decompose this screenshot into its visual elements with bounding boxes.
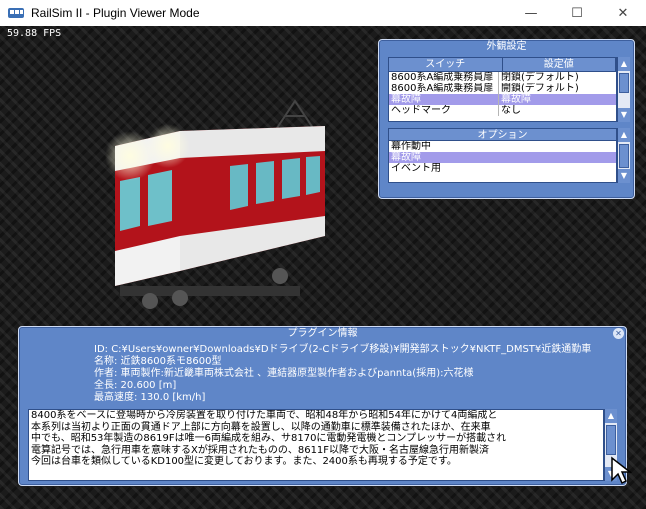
- options-scrollbar[interactable]: ▲ ▼: [617, 128, 630, 183]
- column-value[interactable]: 設定値: [503, 58, 616, 71]
- fps-counter: 59.88 FPS: [7, 28, 62, 39]
- switch-list-scrollbar[interactable]: ▲ ▼: [617, 57, 630, 122]
- scroll-thumb[interactable]: [619, 73, 629, 93]
- description-line: 本系列は当初より正面の貫通ドア上部に方向幕を設置し、以降の通勤車に標準装備された…: [31, 421, 491, 433]
- options-list[interactable]: 幕作動中 幕故障 イベント用: [388, 141, 617, 183]
- window-titlebar[interactable]: RailSim II - Plugin Viewer Mode — ☐ ✕: [0, 0, 646, 26]
- plugin-id: ID: C:¥Users¥owner¥Downloads¥Dドライブ(2-Cドラ…: [94, 344, 592, 355]
- plugin-length: 全長: 20.600 [m]: [94, 380, 177, 391]
- column-switch[interactable]: スイッチ: [389, 58, 503, 71]
- train-model-image[interactable]: [60, 86, 360, 316]
- window-title: RailSim II - Plugin Viewer Mode: [31, 6, 200, 20]
- minimize-button[interactable]: —: [508, 0, 554, 26]
- option-item-selected[interactable]: 幕故障: [389, 152, 616, 163]
- 3d-viewport[interactable]: 59.88 FPS 外観設定 スイッチ 設定値 8600系A編成乗務員扉 閉鎖(…: [0, 26, 646, 509]
- scroll-down-icon[interactable]: ▼: [618, 108, 630, 122]
- description-line: 今回は台車を類似しているKD100型に変更しております。また、2400系も再現す…: [31, 456, 457, 467]
- list-item[interactable]: 8600系A編成乗務員扉 閉鎖(デフォルト): [389, 72, 616, 83]
- list-item[interactable]: ヘッドマーク なし: [389, 105, 616, 116]
- scroll-thumb[interactable]: [606, 425, 616, 455]
- railsim-app-icon: [8, 8, 24, 18]
- switch-list[interactable]: スイッチ 設定値 8600系A編成乗務員扉 閉鎖(デフォルト) 8600系A編成…: [388, 57, 617, 122]
- list-item[interactable]: 8600系A編成乗務員扉 開鎖(デフォルト): [389, 83, 616, 94]
- list-item-selected[interactable]: 幕故障 幕故障: [389, 94, 616, 105]
- appearance-panel-title: 外観設定: [486, 41, 527, 52]
- plugin-name: 名称: 近鉄8600系モ8600型: [94, 356, 222, 367]
- close-button[interactable]: ✕: [600, 0, 646, 26]
- options-title: オプション: [388, 128, 617, 141]
- plugin-info-title: プラグイン情報: [287, 328, 358, 339]
- description-line: 8400系をベースに登場時から冷房装置を取り付けた車両で、昭和48年から昭和54…: [31, 410, 498, 421]
- maximize-button[interactable]: ☐: [554, 0, 600, 26]
- option-item[interactable]: 幕作動中: [389, 141, 616, 152]
- scroll-up-icon[interactable]: ▲: [618, 57, 630, 71]
- scroll-thumb[interactable]: [619, 144, 629, 168]
- description-line: 中でも、昭和53年製造の8619Fは唯一6両編成を組み、サ8170に電動発電機と…: [31, 433, 507, 444]
- description-line: 電算記号では、急行用車を意味するXが採用されたものの、8611F以降で大阪・名古…: [31, 444, 490, 456]
- close-icon[interactable]: ✕: [613, 328, 624, 339]
- plugin-info-panel: プラグイン情報 ✕ ID: C:¥Users¥owner¥Downloads¥D…: [18, 326, 627, 486]
- plugin-description[interactable]: 8400系をベースに登場時から冷房装置を取り付けた車両で、昭和48年から昭和54…: [28, 409, 604, 481]
- scroll-up-icon[interactable]: ▲: [605, 409, 617, 423]
- mouse-cursor-icon: [611, 456, 633, 485]
- scroll-up-icon[interactable]: ▲: [618, 128, 630, 142]
- plugin-max-speed: 最高速度: 130.0 [km/h]: [94, 392, 206, 403]
- plugin-author: 作者: 車両製作:新近畿車両株式会社 、連結器原型製作者およびpannta(採用…: [94, 368, 474, 379]
- appearance-settings-panel: 外観設定 スイッチ 設定値 8600系A編成乗務員扉 閉鎖(デフォルト) 860…: [378, 39, 635, 199]
- scroll-down-icon[interactable]: ▼: [618, 169, 630, 183]
- option-item[interactable]: イベント用: [389, 163, 616, 174]
